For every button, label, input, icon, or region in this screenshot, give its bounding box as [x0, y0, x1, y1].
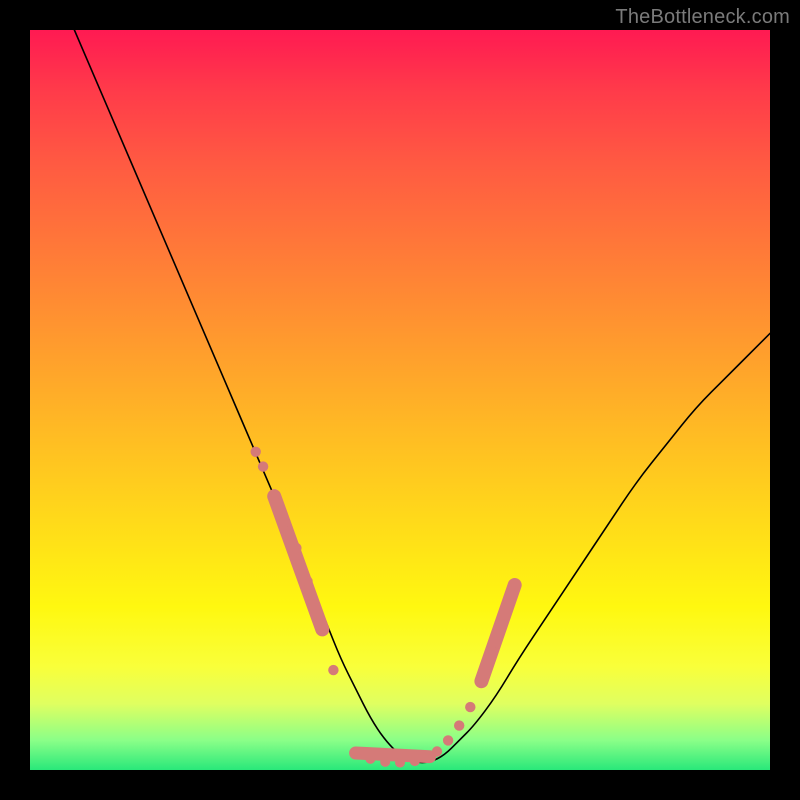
data-point-marker: [476, 676, 486, 686]
marker-group: [251, 447, 520, 768]
data-point-marker: [280, 517, 290, 527]
data-point-marker: [498, 613, 508, 623]
data-point-marker: [328, 665, 338, 675]
data-point-marker: [365, 754, 375, 764]
data-point-marker: [251, 447, 261, 457]
data-point-marker: [258, 461, 268, 471]
data-point-marker: [351, 748, 361, 758]
data-point-marker: [425, 752, 435, 762]
data-point-marker: [510, 580, 520, 590]
marker-capsule: [274, 496, 322, 629]
chart-svg: [30, 30, 770, 770]
data-point-marker: [395, 758, 405, 768]
data-point-marker: [443, 735, 453, 745]
outer-frame: TheBottleneck.com: [0, 0, 800, 800]
data-point-marker: [465, 702, 475, 712]
bottleneck-curve: [74, 30, 770, 763]
data-point-marker: [317, 624, 327, 634]
data-point-marker: [269, 491, 279, 501]
data-point-marker: [454, 720, 464, 730]
data-point-marker: [410, 756, 420, 766]
data-point-marker: [302, 576, 312, 586]
marker-capsule: [481, 585, 514, 681]
data-point-marker: [487, 646, 497, 656]
data-point-marker: [291, 543, 301, 553]
data-point-marker: [380, 757, 390, 767]
watermark-label: TheBottleneck.com: [615, 6, 790, 29]
plot-area: [30, 30, 770, 770]
